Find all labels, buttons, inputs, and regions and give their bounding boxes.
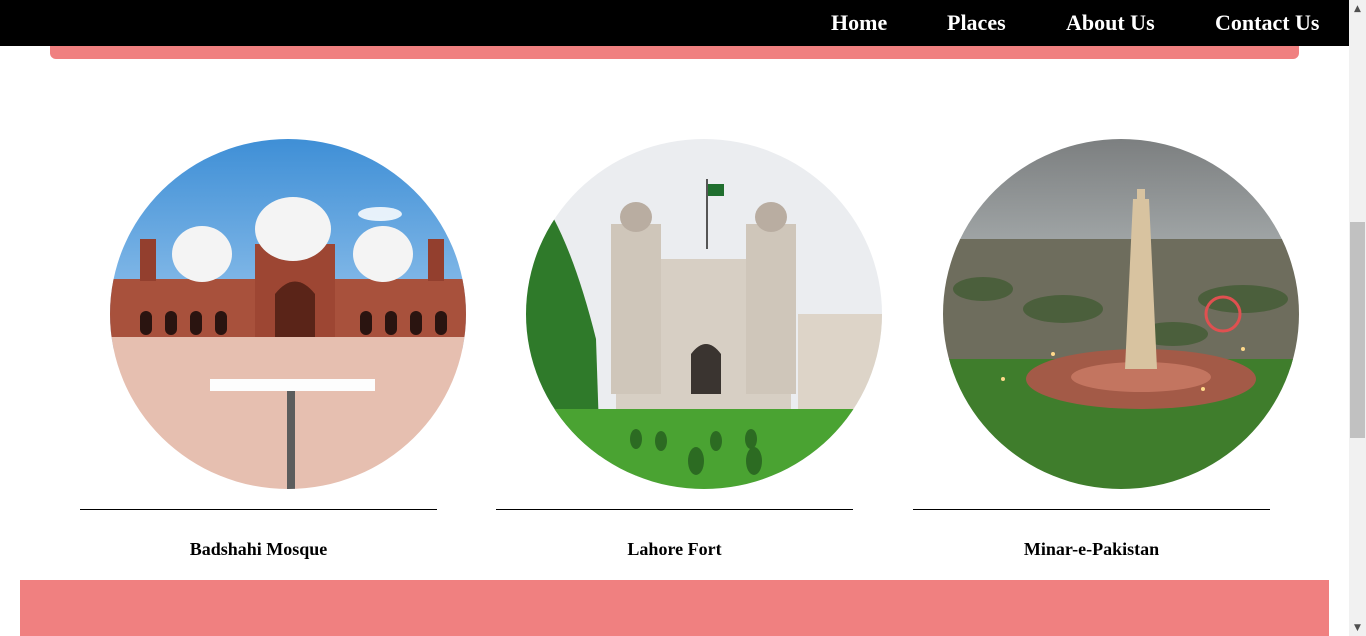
scroll-down-icon[interactable]: ▼	[1349, 619, 1366, 636]
minar-e-pakistan-image[interactable]	[943, 139, 1299, 489]
place-card-badshahi[interactable]: Badshahi Mosque	[80, 139, 466, 559]
scroll-thumb[interactable]	[1350, 222, 1365, 438]
badshahi-mosque-image[interactable]	[110, 139, 466, 489]
vertical-scrollbar[interactable]: ▲ ▼	[1349, 0, 1366, 636]
nav-about-link[interactable]: About Us	[1066, 10, 1155, 36]
lahore-fort-image[interactable]	[526, 139, 882, 489]
card-divider	[496, 509, 853, 510]
card-divider	[913, 509, 1270, 510]
nav-home-link[interactable]: Home	[831, 10, 887, 36]
place-name-badshahi[interactable]: Badshahi Mosque	[80, 539, 437, 560]
place-card-minar[interactable]: Minar-e-Pakistan	[913, 139, 1299, 559]
place-name-lahore-fort[interactable]: Lahore Fort	[496, 539, 853, 560]
place-name-minar[interactable]: Minar-e-Pakistan	[913, 539, 1270, 560]
footer-band	[20, 580, 1329, 636]
place-card-lahore-fort[interactable]: Lahore Fort	[496, 139, 882, 559]
scroll-up-icon[interactable]: ▲	[1349, 0, 1366, 17]
card-divider	[80, 509, 437, 510]
top-navbar: Home Places About Us Contact Us	[0, 0, 1349, 46]
nav-places-link[interactable]: Places	[947, 10, 1006, 36]
nav-contact-link[interactable]: Contact Us	[1215, 10, 1320, 36]
